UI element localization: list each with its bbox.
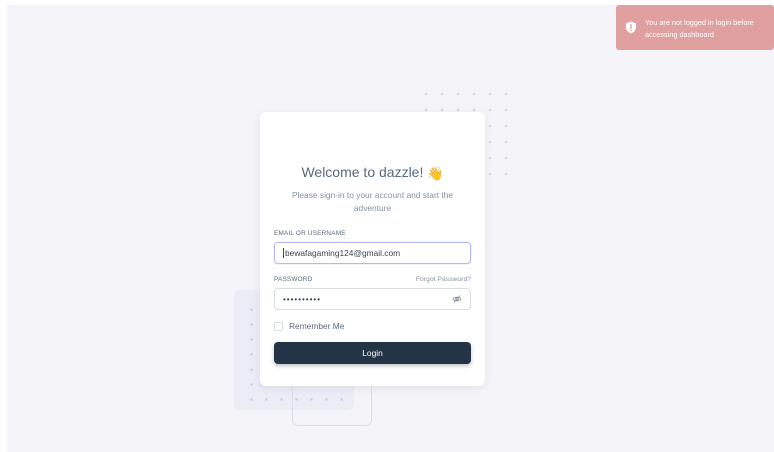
toast-message: You are not logged in login before acces… — [645, 17, 754, 41]
password-value: •••••••••• — [283, 294, 322, 304]
email-label: EMAIL OR USERNAME — [274, 230, 346, 237]
login-subtitle: Please sign-in to your account and start… — [291, 190, 454, 213]
email-field[interactable]: bewafagaming124@gmail.com — [274, 242, 471, 264]
remember-me-label[interactable]: Remember Me — [289, 321, 344, 331]
password-label-row: PASSWORD Forgot Password? — [274, 276, 471, 283]
waving-hand-icon: 👋 — [427, 166, 444, 181]
toast-message-line-1: You are not logged in login before — [645, 18, 754, 27]
email-value: bewafagaming124@gmail.com — [285, 248, 401, 258]
password-field[interactable]: •••••••••• — [274, 288, 471, 310]
login-card: Welcome to dazzle! 👋 Please sign-in to yo… — [260, 112, 485, 386]
page-title: Welcome to dazzle! 👋 — [274, 163, 471, 183]
error-toast[interactable]: You are not logged in login before acces… — [616, 5, 774, 50]
password-label: PASSWORD — [274, 276, 313, 283]
forgot-password-link[interactable]: Forgot Password? — [416, 276, 471, 283]
text-caret — [283, 248, 284, 258]
remember-me-row: Remember Me — [274, 321, 471, 331]
shield-alert-icon — [625, 21, 637, 34]
login-button[interactable]: Login — [274, 342, 471, 364]
remember-me-checkbox[interactable] — [274, 321, 283, 331]
title-text: Welcome to dazzle! — [301, 164, 424, 180]
toast-message-line-2: accessing dashboard — [645, 30, 714, 39]
eye-off-icon[interactable] — [452, 294, 462, 304]
